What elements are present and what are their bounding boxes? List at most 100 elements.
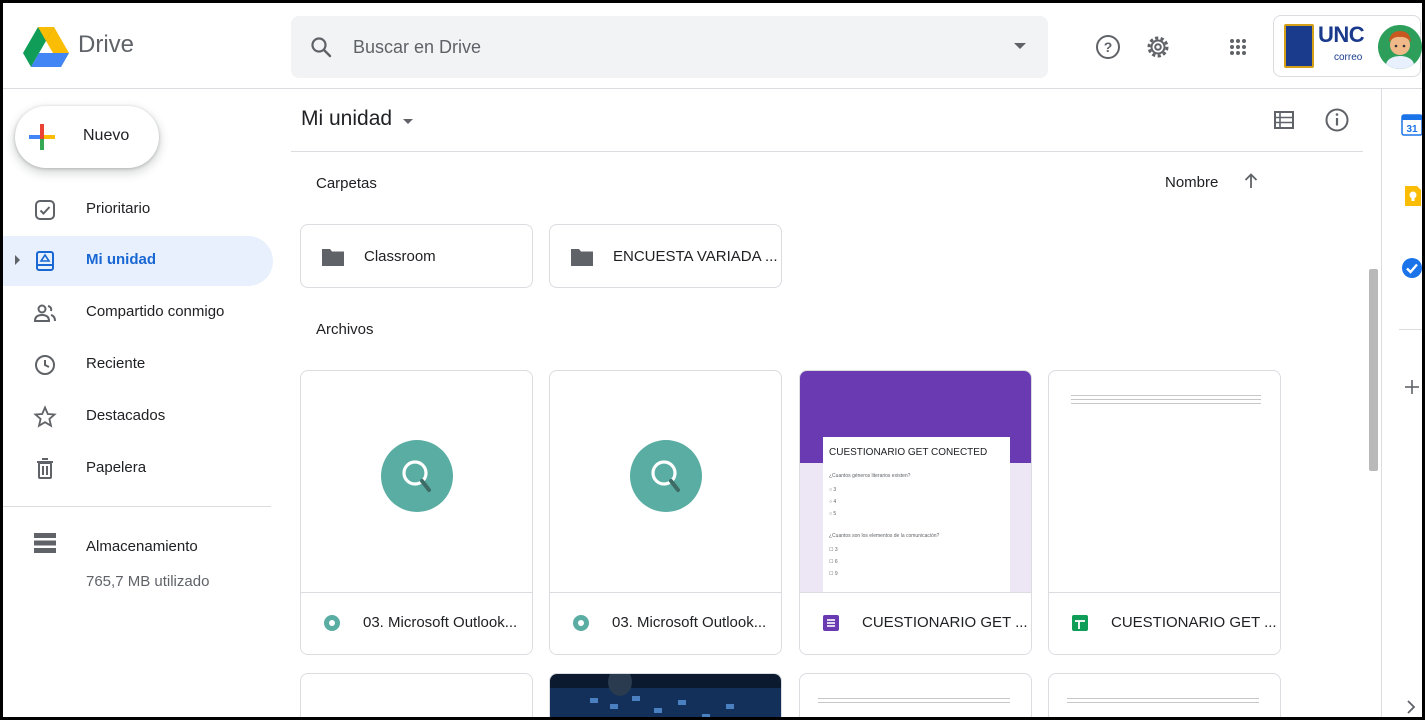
sidebar-item-papelera[interactable]: Papelera <box>3 444 273 494</box>
list-view-icon[interactable] <box>1273 109 1295 131</box>
sort-by-name[interactable]: Nombre <box>1165 174 1218 191</box>
form-thumbnail: CUESTIONARIO GET CONECTED ¿Cuantos géner… <box>800 371 1031 592</box>
sidebar-item-mi-unidad[interactable]: Mi unidad <box>3 236 273 286</box>
file-card-footer: 03. Microsoft Outlook... <box>301 592 532 654</box>
sidebar-item-compartido[interactable]: Compartido conmigo <box>3 288 273 338</box>
help-icon[interactable]: ? <box>1094 33 1122 61</box>
file-card[interactable] <box>1048 673 1281 717</box>
form-question: ¿Cuantos géneros literarios existen? <box>829 473 911 479</box>
info-icon[interactable] <box>1324 107 1350 133</box>
shared-icon <box>33 304 56 322</box>
unc-shield-icon <box>1284 24 1314 68</box>
video-file-icon <box>573 615 589 631</box>
side-panel-divider <box>1381 89 1382 717</box>
folder-icon <box>322 249 344 266</box>
priority-icon <box>35 200 55 220</box>
folder-name: Classroom <box>364 248 436 265</box>
sidebar-item-reciente[interactable]: Reciente <box>3 340 273 390</box>
image-thumbnail <box>550 674 781 717</box>
folder-icon <box>571 249 593 266</box>
sheet-row <box>1071 395 1261 396</box>
file-name: CUESTIONARIO GET ... <box>862 614 1028 631</box>
trash-icon <box>37 458 53 479</box>
sheet-row <box>1071 399 1261 400</box>
add-addon-icon[interactable] <box>1402 377 1422 397</box>
calendar-icon[interactable]: 31 <box>1401 114 1423 136</box>
sidebar-item-prioritario[interactable]: Prioritario <box>3 185 273 235</box>
main-divider <box>291 151 1363 152</box>
form-option: ☐ 3 <box>829 547 838 553</box>
form-option: ○ 4 <box>829 499 837 505</box>
my-drive-icon <box>36 251 54 271</box>
storage-icon <box>34 533 56 553</box>
sidebar-item-destacados[interactable]: Destacados <box>3 392 273 442</box>
folders-heading: Carpetas <box>316 175 377 192</box>
files-heading: Archivos <box>316 321 374 338</box>
file-name: 03. Microsoft Outlook... <box>612 614 767 631</box>
video-preview-icon <box>630 440 702 512</box>
file-thumbnail <box>301 371 532 592</box>
forms-file-icon <box>823 615 839 631</box>
file-card-footer: CUESTIONARIO GET ... <box>1049 592 1280 654</box>
side-panel-separator <box>1399 329 1422 330</box>
file-card[interactable] <box>799 673 1032 717</box>
sheet-row <box>818 702 1010 703</box>
form-option: ○ 3 <box>829 487 837 493</box>
top-bar: Drive ? UNC <box>3 3 1422 89</box>
video-preview-icon <box>381 440 453 512</box>
page-title[interactable]: Mi unidad <box>301 107 392 131</box>
form-title: CUESTIONARIO GET CONECTED <box>829 447 988 458</box>
keep-icon[interactable] <box>1403 185 1423 207</box>
sheet-row <box>818 698 1010 699</box>
sort-ascending-icon[interactable] <box>1241 171 1261 191</box>
form-option: ☐ 9 <box>829 571 838 577</box>
search-options-icon[interactable] <box>1014 43 1026 49</box>
sidebar-item-label: Prioritario <box>86 200 151 217</box>
scrollbar-thumb[interactable] <box>1369 269 1378 471</box>
folder-name: ENCUESTA VARIADA ... <box>613 248 778 265</box>
new-button-label: Nuevo <box>83 127 130 144</box>
storage-label[interactable]: Almacenamiento <box>86 538 198 555</box>
file-thumbnail <box>550 371 781 592</box>
clock-icon <box>35 355 55 375</box>
file-card[interactable]: 03. Microsoft Outlook... <box>300 370 533 655</box>
new-button[interactable]: Nuevo <box>15 106 159 168</box>
org-name: UNC <box>1318 22 1365 47</box>
plus-icon <box>29 124 55 150</box>
star-icon <box>33 405 57 428</box>
chevron-right-icon[interactable] <box>1404 699 1418 715</box>
file-card[interactable] <box>549 673 782 717</box>
sidebar-item-label: Destacados <box>86 407 166 424</box>
apps-grid-icon[interactable] <box>1224 33 1252 61</box>
search-bar[interactable] <box>291 16 1048 78</box>
storage-used: 765,7 MB utilizado <box>86 573 210 590</box>
search-input[interactable] <box>353 33 953 61</box>
sidebar-divider <box>3 506 271 507</box>
sheet-row <box>1067 702 1259 703</box>
file-name: 03. Microsoft Outlook... <box>363 614 518 631</box>
form-question: ¿Cuantos son los elementos de la comunic… <box>829 533 940 539</box>
form-option: ☐ 6 <box>829 559 838 565</box>
folder-item[interactable]: Classroom <box>300 224 533 288</box>
file-name: CUESTIONARIO GET ... <box>1111 614 1277 631</box>
title-dropdown-icon[interactable] <box>403 119 413 124</box>
file-card[interactable]: CUESTIONARIO GET CONECTED ¿Cuantos géner… <box>799 370 1032 655</box>
drive-logo-icon[interactable] <box>23 27 69 67</box>
expand-arrow-icon[interactable] <box>15 255 20 265</box>
file-card[interactable]: 03. Microsoft Outlook... <box>549 370 782 655</box>
video-file-icon <box>324 615 340 631</box>
sheet-row <box>1071 403 1261 404</box>
org-sub: correo <box>1334 52 1363 63</box>
file-card[interactable]: CUESTIONARIO GET ... <box>1048 370 1281 655</box>
sidebar-item-label: Papelera <box>86 459 147 476</box>
form-option: ○ 5 <box>829 511 837 517</box>
tasks-icon[interactable] <box>1401 257 1423 279</box>
folder-item[interactable]: ENCUESTA VARIADA ... <box>549 224 782 288</box>
search-icon[interactable] <box>309 35 333 59</box>
avatar[interactable] <box>1378 25 1422 69</box>
calendar-day: 31 <box>1406 124 1418 135</box>
sidebar-item-label: Compartido conmigo <box>86 303 225 320</box>
file-card[interactable] <box>300 673 533 717</box>
brand-name[interactable]: Drive <box>78 31 134 59</box>
settings-icon[interactable] <box>1144 33 1172 61</box>
